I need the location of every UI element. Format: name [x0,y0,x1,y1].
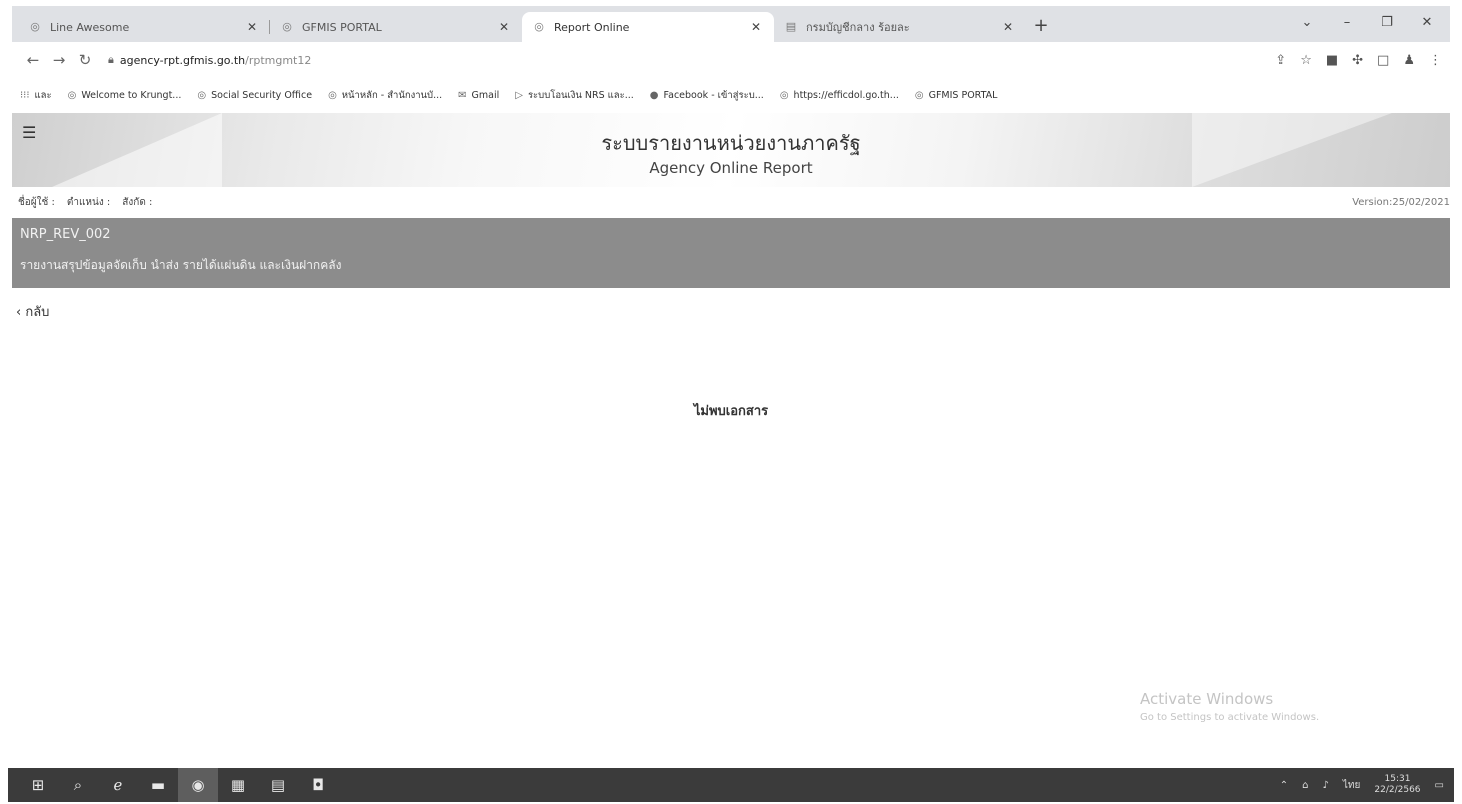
bookmark-facebook[interactable]: ● Facebook - เข้าสู่ระบ... [650,88,764,103]
bookmark-nrs[interactable]: ▷ ระบบโอนเงิน NRS และ... [515,88,634,103]
lock-icon: 🔒︎ [108,53,114,66]
close-icon[interactable]: ✕ [748,20,764,34]
new-tab-button[interactable]: + [1026,12,1056,42]
toolbar-actions: ⇪ ☆ ■ ✣ □ ♟ ⋮ [1275,53,1442,68]
report-code: NRP_REV_002 [20,227,111,242]
apps-icon: ⁝⁝⁝ [20,89,30,101]
clock-date: 22/2/2566 [1374,785,1421,795]
chevron-down-icon[interactable]: ⌄ [1290,10,1324,36]
bookmark-main-page[interactable]: ◎ หน้าหลัก - สำนักงานบั... [328,88,442,103]
tab-gfmis-portal[interactable]: ◎ GFMIS PORTAL ✕ [270,12,522,42]
window-controls: ⌄ – ❐ ✕ [1290,10,1444,36]
edge-icon[interactable]: ℯ [98,768,138,802]
back-link[interactable]: ‹ กลับ [16,301,49,322]
globe-icon: ◎ [67,89,77,101]
volume-icon[interactable]: ♪ [1323,780,1329,791]
network-icon[interactable]: ⌂ [1302,780,1308,791]
back-label: กลับ [25,305,50,320]
mail-icon: ✉ [458,89,467,101]
notification-icon[interactable]: ▭ [1435,780,1444,791]
position-label: ตำแหน่ง : [66,196,111,208]
puzzle-icon[interactable]: ✣ [1352,53,1363,68]
site-title-en: Agency Online Report [649,159,813,177]
input-language[interactable]: ไทย [1343,778,1360,793]
tray-chevron-icon[interactable]: ⌃ [1280,780,1288,791]
file-explorer-icon[interactable]: ▬ [138,768,178,802]
minimize-icon[interactable]: – [1330,10,1364,36]
app-icon[interactable]: ◘ [298,768,338,802]
bookmark-gfmis-portal[interactable]: ◎ GFMIS PORTAL [915,90,998,101]
tab-document[interactable]: ▤ กรมบัญชีกลาง ร้อยละ ✕ [774,12,1026,42]
bookmark-gmail[interactable]: ✉ Gmail [458,90,499,101]
extension-icon[interactable]: ■ [1326,53,1338,68]
bookmark-social-security[interactable]: ◎ Social Security Office [197,90,312,101]
chevron-left-icon: ‹ [16,305,22,320]
sidebar-icon[interactable]: □ [1377,53,1389,68]
close-icon[interactable]: ✕ [496,20,512,34]
globe-icon: ◎ [30,20,40,33]
globe-icon: ◎ [779,89,789,101]
site-title-th: ระบบรายงานหน่วยงานภาครัฐ [601,131,861,155]
watermark-title: Activate Windows [1140,690,1274,708]
bookmark-krungthai[interactable]: ◎ Welcome to Krungt... [68,90,182,101]
tab-title: กรมบัญชีกลาง ร้อยละ [806,21,910,34]
site-banner: ☰ ระบบรายงานหน่วยงานภาครัฐ Agency Online… [12,113,1450,187]
organization-label: สังกัด : [122,196,153,208]
tab-title: Line Awesome [50,20,130,34]
clock[interactable]: 15:31 22/2/2566 [1374,774,1420,796]
star-icon[interactable]: ☆ [1300,53,1312,68]
tab-strip: ◎ Line Awesome ✕ ◎ GFMIS PORTAL ✕ ◎ Repo… [12,6,1450,42]
excel-icon[interactable]: ▦ [218,768,258,802]
back-arrow-icon[interactable]: ← [20,51,46,69]
username-label: ชื่อผู้ใช้ : [18,196,55,208]
close-icon[interactable]: ✕ [1000,20,1016,34]
report-name: รายงานสรุปข้อมูลจัดเก็บ นำส่ง รายได้แผ่น… [20,258,342,272]
globe-icon: ◎ [197,89,207,101]
tab-report-online[interactable]: ◎ Report Online ✕ [522,12,774,42]
report-header: NRP_REV_002 รายงานสรุปข้อมูลจัดเก็บ นำส่… [12,218,1450,288]
tab-title: Report Online [554,20,630,34]
watermark-subtitle: Go to Settings to activate Windows. [1140,712,1320,723]
tab-line-awesome[interactable]: ◎ Line Awesome ✕ [18,12,270,42]
doc-icon: ▤ [785,20,797,33]
user-info-row: ชื่อผู้ใช้ : ตำแหน่ง : สังกัด : Version:… [12,190,1450,214]
url-path: /rptmgmt12 [245,53,312,67]
bookmark-efficdol[interactable]: ◎ https://efficdol.go.th... [780,90,899,101]
close-icon[interactable]: ✕ [244,20,260,34]
taskbar: ⊞ ⌕ ℯ ▬ ◉ ▦ ▤ ◘ ⌃ ⌂ ♪ ไทย 15:31 22/2/256… [8,768,1454,802]
search-icon[interactable]: ⌕ [58,768,98,802]
forward-arrow-icon[interactable]: → [46,51,72,69]
word-icon[interactable]: ▤ [258,768,298,802]
reload-icon[interactable]: ↻ [72,51,98,69]
no-documents-message: ไม่พบเอกสาร [693,404,769,419]
system-tray: ⌃ ⌂ ♪ ไทย 15:31 22/2/2566 ▭ [1280,774,1444,796]
tab-title: GFMIS PORTAL [302,20,382,34]
globe-icon: ◎ [914,89,924,101]
facebook-icon: ● [649,89,659,101]
url-host: agency-rpt.gfmis.go.th [119,53,246,67]
globe-icon: ◎ [328,89,337,101]
bookmark-apps[interactable]: ⁝⁝⁝ และ [20,88,52,103]
browser-toolbar: ← → ↻ 🔒︎ agency-rpt.gfmis.go.th /rptmgmt… [12,42,1450,78]
share-icon[interactable]: ⇪ [1275,53,1286,68]
close-window-icon[interactable]: ✕ [1410,10,1444,36]
bookmarks-bar: ⁝⁝⁝ และ ◎ Welcome to Krungt... ◎ Social Sec… [12,80,1450,110]
windows-start-icon[interactable]: ⊞ [18,768,58,802]
address-bar[interactable]: 🔒︎ agency-rpt.gfmis.go.th /rptmgmt12 [108,53,311,67]
globe-icon: ◎ [534,20,544,33]
menu-dots-icon[interactable]: ⋮ [1429,53,1442,68]
chrome-icon[interactable]: ◉ [178,768,218,802]
maximize-icon[interactable]: ❐ [1370,10,1404,36]
version-text: Version:25/02/2021 [1352,196,1450,208]
play-icon: ▷ [515,89,523,101]
profile-icon[interactable]: ♟ [1403,53,1415,68]
clock-time: 15:31 [1384,774,1411,784]
activate-windows-watermark: Activate Windows Go to Settings to activ… [1140,690,1319,723]
globe-icon: ◎ [282,20,292,33]
screen: ◎ Line Awesome ✕ ◎ GFMIS PORTAL ✕ ◎ Repo… [0,0,1462,804]
